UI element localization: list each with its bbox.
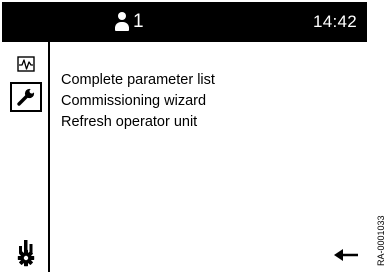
status-bar: 1 14:42	[2, 2, 367, 42]
back-arrow-icon	[334, 249, 358, 261]
back-button[interactable]	[333, 248, 359, 262]
operator-screen: 1 14:42 Complete parameter list Commissi…	[2, 2, 367, 272]
menu-item-commissioning-wizard[interactable]: Commissioning wizard	[61, 91, 215, 112]
user-count: 1	[133, 11, 144, 32]
nav-settings-button[interactable]	[10, 243, 42, 272]
clock: 14:42	[312, 12, 357, 31]
menu-item-refresh-operator-unit[interactable]: Refresh operator unit	[61, 112, 215, 133]
user-icon	[114, 12, 130, 32]
wrench-icon	[17, 88, 36, 106]
nav-commissioning-button[interactable]	[10, 82, 42, 112]
menu-item-parameter-list[interactable]: Complete parameter list	[61, 70, 215, 91]
trend-chart-icon	[17, 56, 35, 72]
gear-icon	[17, 249, 35, 267]
nav-trend-button[interactable]	[10, 49, 42, 79]
commissioning-menu: Complete parameter list Commissioning wi…	[61, 70, 215, 133]
logged-in-users: 1	[114, 11, 144, 33]
sidebar-divider	[48, 42, 50, 272]
image-reference-code: RA-0001033	[376, 215, 386, 266]
